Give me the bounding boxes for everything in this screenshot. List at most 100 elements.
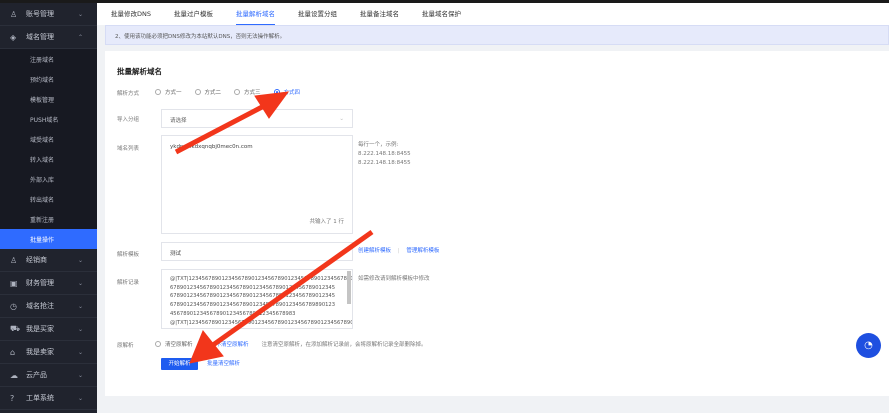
form-card: 批量解析域名 解析方式 方式一 方式二 方式三 方式四 导入分组 请选择 ⌄ 域名… (105, 51, 889, 396)
user-icon: ♙ (10, 9, 18, 19)
submenu-item[interactable]: PUSH域名 (0, 109, 97, 129)
submenu-item[interactable]: 重新注册 (0, 209, 97, 229)
tab-batch-dns[interactable]: 批量修改DNS (111, 3, 151, 25)
radio-label: 方式二 (204, 90, 222, 96)
tab-bar: 批量修改DNS 批量过户模板 批量解析域名 批量设置分组 批量备注域名 批量域名… (97, 3, 889, 25)
users-icon: ♙ (10, 255, 18, 265)
layers-icon: ◈ (10, 32, 17, 42)
records-textarea[interactable]: @|TXT|1234567890123456789012345678901234… (161, 269, 353, 329)
chevron-down-icon: ⌄ (339, 116, 344, 122)
hint-line: 8.222.148.18:8455 (358, 151, 411, 157)
create-template-link[interactable]: 创建解析模板 (358, 248, 391, 254)
help-icon: ? (10, 393, 15, 403)
menu-buyer[interactable]: ⛟ 我是买家 ⌄ (0, 318, 97, 341)
chevron-down-icon: ⌄ (77, 10, 83, 18)
menu-label: 工单系统 (26, 394, 54, 402)
list-label: 域名列表 (117, 146, 140, 152)
radio-label: 方式一 (165, 90, 182, 96)
radio-mode-4[interactable]: 方式四 (273, 88, 300, 96)
chat-icon: ◔ (864, 340, 873, 351)
chevron-down-icon: ⌄ (77, 325, 83, 333)
tab-protect[interactable]: 批量域名保护 (422, 3, 461, 25)
radio-mode-2[interactable]: 方式二 (194, 88, 222, 96)
record-line: 6789012345678901234567890123456789012345… (170, 284, 336, 291)
menu-finance[interactable]: ▣ 财务管理 ⌄ (0, 272, 97, 295)
record-line: @|TXT|1234567890123456789012345678901234… (170, 319, 352, 326)
chevron-down-icon: ⌄ (77, 394, 83, 402)
menu-label: 账号管理 (26, 10, 54, 18)
cart-icon: ⛟ (10, 324, 21, 333)
submenu-item[interactable]: 模板管理 (0, 89, 97, 109)
line-count: 共输入了 1 行 (309, 219, 345, 225)
submenu-item[interactable]: 外部入库 (0, 169, 97, 189)
template-select[interactable]: 测试 ⌄ (161, 242, 353, 261)
menu-ticket[interactable]: ? 工单系统 ⌄ (0, 387, 97, 410)
template-select-value: 测试 (170, 251, 182, 257)
radio-label: 不清空原解析 (215, 342, 249, 348)
template-links: 创建解析模板 | 管理解析模板 (358, 247, 439, 256)
radio-mode-3[interactable]: 方式三 (234, 88, 261, 96)
submenu-item-batch[interactable]: 批量操作 (0, 229, 97, 249)
menu-reseller[interactable]: ♙ 经销商 ⌄ (0, 249, 97, 272)
tab-set-group[interactable]: 批量设置分组 (298, 3, 337, 25)
sidebar: ♙ 账号管理 ⌄ ◈ 域名管理 ⌃ 注册域名 预约域名 模板管理 PUSH域名 域受域名… (0, 3, 97, 413)
radio-clear[interactable]: 清空原解析 (155, 340, 193, 348)
menu-label: 域名管理 (26, 33, 54, 41)
chevron-down-icon: ⌄ (77, 256, 83, 264)
chevron-down-icon: ⌄ (339, 249, 344, 255)
wallet-icon: ▣ (10, 278, 18, 288)
records-hint: 如需修改请到解析模板中修改 (358, 276, 430, 282)
list-hint: 每行一个，示例: 8.222.148.18:8455 8.222.148.18:… (358, 141, 411, 168)
domain-list-value: ykdpylxkdxqnqbj0mec0n.com (170, 144, 253, 150)
menu-label: 经销商 (26, 256, 47, 264)
submenu-item[interactable]: 转入域名 (0, 149, 97, 169)
template-label: 解析模板 (117, 252, 140, 258)
submenu-item[interactable]: 预约域名 (0, 69, 97, 89)
submenu-item[interactable]: 转出域名 (0, 189, 97, 209)
menu-label: 我是买家 (26, 325, 54, 333)
manage-template-link[interactable]: 管理解析模板 (406, 248, 439, 254)
menu-seller[interactable]: ⌂ 我是卖家 ⌄ (0, 341, 97, 364)
tab-batch-resolve[interactable]: 批量解析域名 (236, 3, 275, 25)
chevron-down-icon: ⌄ (77, 279, 83, 287)
menu-domain[interactable]: ◈ 域名管理 ⌃ (0, 26, 97, 49)
chat-button[interactable]: ◔ (856, 333, 881, 358)
cloud-icon: ☁ (10, 370, 18, 380)
menu-cloud[interactable]: ☁ 云产品 ⌄ (0, 364, 97, 387)
record-line: @|TXT|1234567890123456789012345678901234… (170, 276, 352, 282)
submenu-item[interactable]: 域受域名 (0, 129, 97, 149)
start-resolve-button[interactable]: 开始解析 (161, 358, 198, 370)
tab-transfer-template[interactable]: 批量过户模板 (174, 3, 213, 25)
batch-clear-link[interactable]: 批量清空解析 (207, 360, 240, 369)
tab-remark[interactable]: 批量备注域名 (360, 3, 399, 25)
group-label: 导入分组 (117, 117, 140, 123)
group-select-value: 请选择 (170, 118, 187, 124)
menu-account[interactable]: ♙ 账号管理 ⌄ (0, 3, 97, 26)
chevron-down-icon: ⌄ (77, 348, 83, 356)
store-icon: ⌂ (10, 347, 16, 357)
hint-line: 8.222.148.18:8455 (358, 160, 411, 166)
chevron-up-icon: ⌃ (77, 33, 83, 41)
menu-snatch[interactable]: ◷ 域名抢注 ⌄ (0, 295, 97, 318)
submenu-domain: 注册域名 预约域名 模板管理 PUSH域名 域受域名 转入域名 外部入库 转出域… (0, 49, 97, 249)
submenu-item[interactable]: 注册域名 (0, 49, 97, 69)
domain-list-textarea[interactable]: ykdpylxkdxqnqbj0mec0n.com 共输入了 1 行 (161, 135, 353, 234)
radio-label: 清空原解析 (165, 342, 193, 348)
menu-label: 域名抢注 (26, 302, 54, 310)
separator: | (397, 248, 400, 254)
record-line: 45678901234567890123456789012345678983 (170, 310, 296, 317)
orig-label: 原解析 (117, 343, 134, 349)
page-title: 批量解析域名 (117, 67, 162, 76)
mode-label: 解析方式 (117, 91, 140, 97)
chevron-down-icon: ⌄ (77, 371, 83, 379)
orig-radio-group: 清空原解析 不清空原解析 注意清空原解析，在添加解析记录前，会将原解析记录全部删… (155, 340, 427, 348)
scrollbar[interactable] (347, 271, 351, 304)
orig-note: 注意清空原解析，在添加解析记录前，会将原解析记录全部删除掉。 (261, 342, 427, 348)
chevron-down-icon: ⌄ (77, 302, 83, 310)
record-line: 6789012345678901234567890123456789012345… (170, 293, 336, 300)
radio-no-clear[interactable]: 不清空原解析 (205, 340, 249, 348)
radio-mode-1[interactable]: 方式一 (155, 88, 182, 96)
menu-label: 云产品 (26, 371, 47, 379)
group-select[interactable]: 请选择 ⌄ (161, 109, 353, 128)
records-label: 解析记录 (117, 280, 140, 286)
